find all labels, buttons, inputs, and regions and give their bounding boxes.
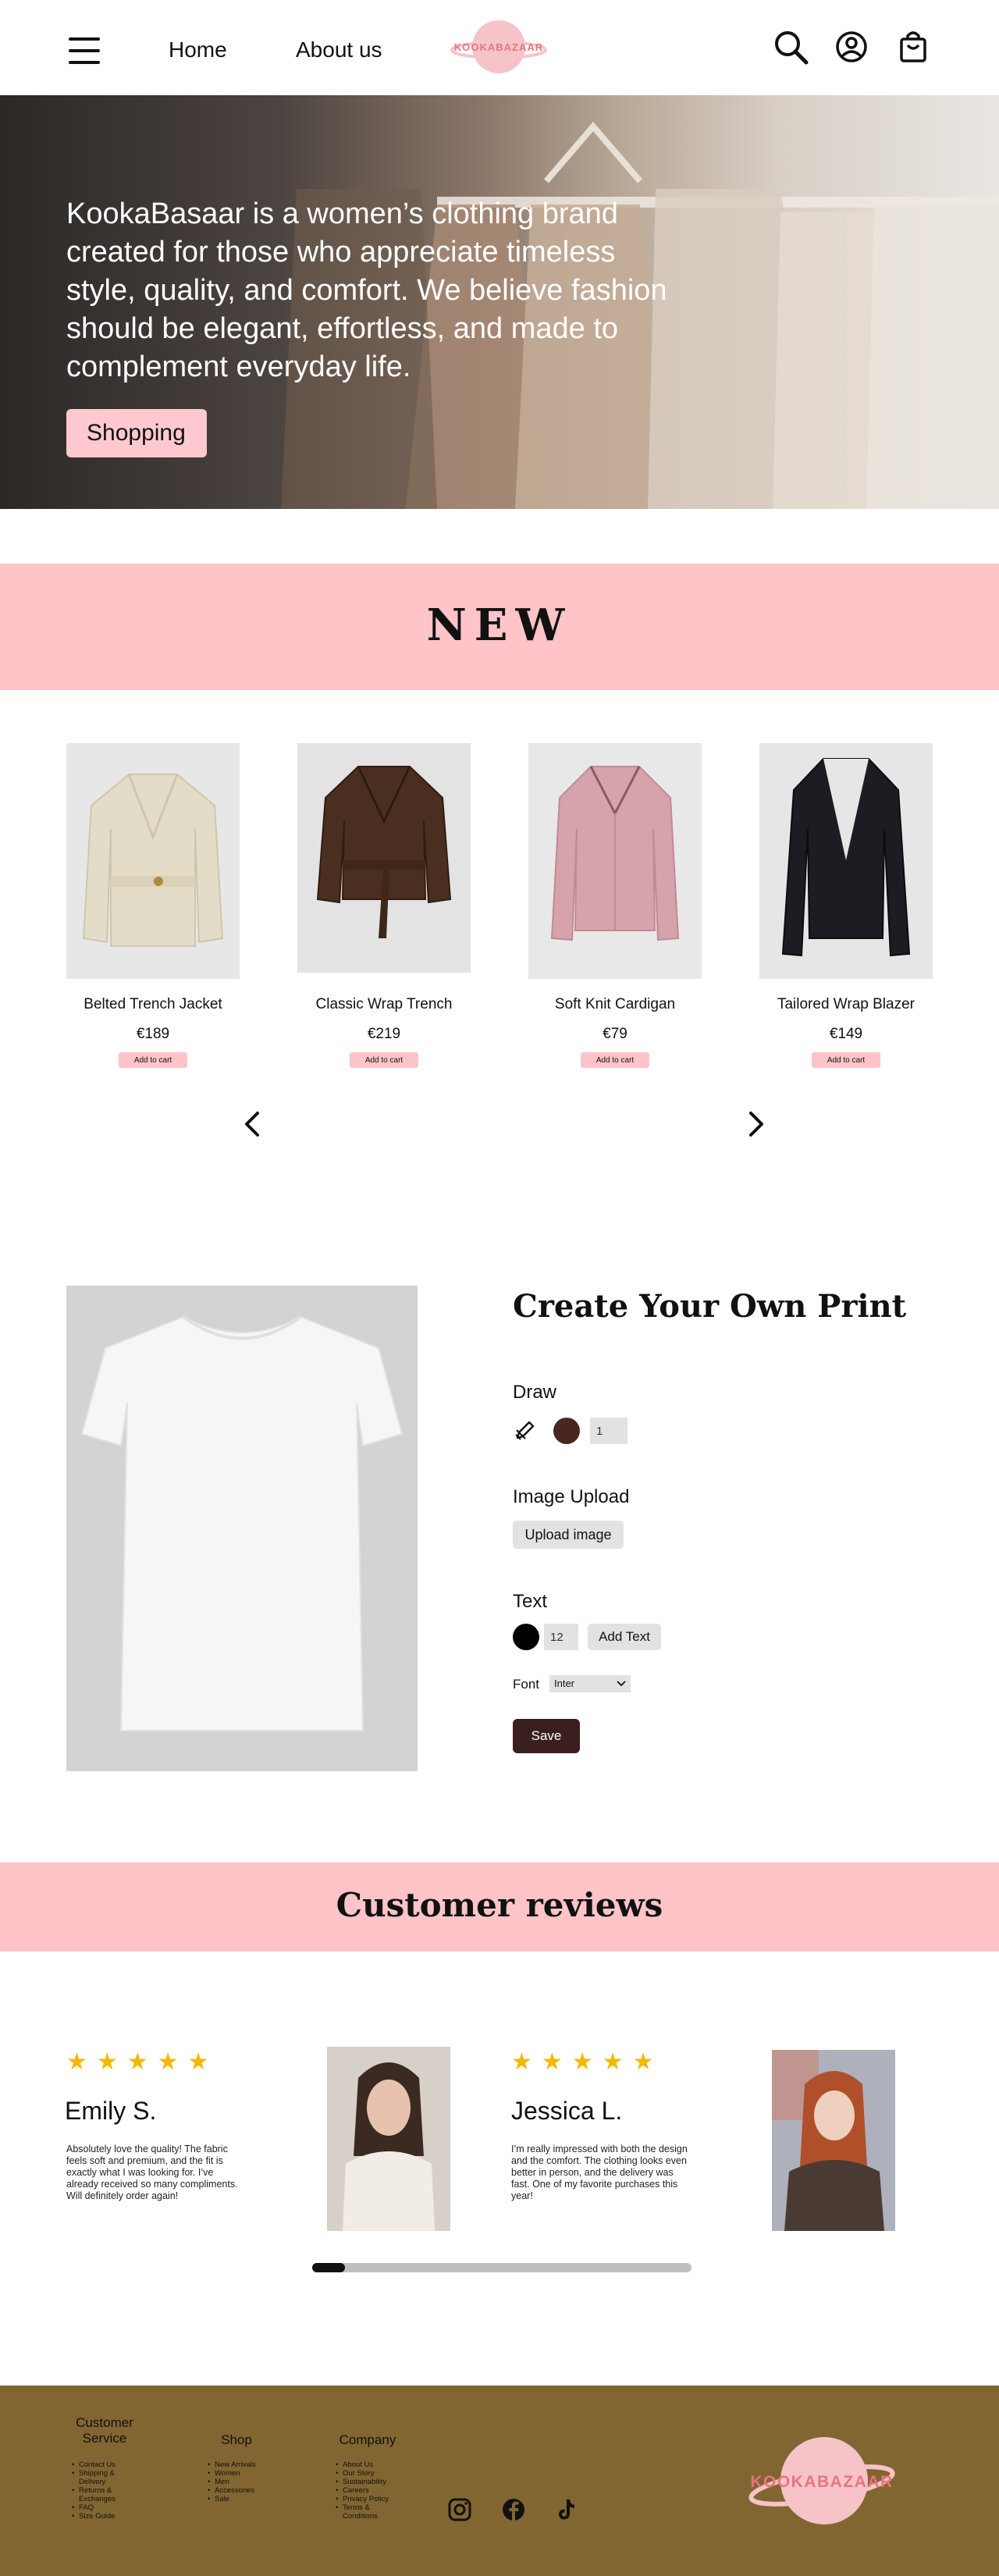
- footer-company-list: About Us Our Story Sustainability Career…: [336, 2460, 398, 2521]
- footer-logo[interactable]: KOOKABAZAAR: [748, 2435, 896, 2528]
- review-text: I’m really impressed with both the desig…: [511, 2144, 688, 2201]
- footer-link[interactable]: Accessories: [208, 2486, 270, 2495]
- product-price: €149: [829, 1026, 863, 1042]
- chevron-right-icon[interactable]: [740, 1108, 771, 1140]
- footer-logo-text: KOOKABAZAAR: [750, 2473, 893, 2491]
- rating-stars: ★★★★★: [66, 2049, 219, 2075]
- footer-link[interactable]: Shipping & Delivery: [72, 2469, 126, 2486]
- footer-company-title: Company: [339, 2432, 396, 2447]
- product-image[interactable]: [66, 743, 240, 979]
- classic-wrap-trench-image: [316, 766, 452, 938]
- product-price: €79: [603, 1026, 627, 1042]
- hero-section: KookaBasaar is a women’s clothing brand …: [0, 95, 999, 509]
- footer-link[interactable]: Size Guide: [72, 2512, 126, 2521]
- product-image[interactable]: [528, 743, 702, 979]
- create-print-title: Create Your Own Print: [513, 1288, 907, 1325]
- chevron-down-icon: [617, 1681, 626, 1687]
- draw-color-swatch[interactable]: [553, 1418, 580, 1444]
- shopping-bag-icon[interactable]: [893, 27, 933, 67]
- product-price: €219: [367, 1026, 401, 1042]
- tshirt-image: [80, 1315, 404, 1731]
- font-label: Font: [513, 1677, 540, 1692]
- reviews-scrollbar[interactable]: [312, 2263, 691, 2272]
- footer-link[interactable]: Our Story: [336, 2469, 398, 2478]
- reviewer-name: Emily S.: [65, 2097, 157, 2125]
- footer-shop-list: New Arrivals Women Men Accessories Sale: [208, 2460, 270, 2503]
- footer-link[interactable]: Sale: [208, 2495, 270, 2503]
- footer-link[interactable]: Contact Us: [72, 2460, 126, 2469]
- brush-size-input[interactable]: [590, 1418, 627, 1444]
- product-image[interactable]: [759, 743, 933, 979]
- shopping-button[interactable]: Shopping: [66, 409, 207, 457]
- instagram-icon[interactable]: [446, 2496, 473, 2523]
- footer-shop-title: Shop: [221, 2432, 252, 2447]
- footer-link[interactable]: Privacy Policy: [336, 2495, 398, 2503]
- save-button[interactable]: Save: [513, 1719, 580, 1753]
- new-title: NEW: [426, 600, 573, 651]
- footer-link[interactable]: Terms & Conditions: [336, 2503, 398, 2521]
- product-name: Tailored Wrap Blazer: [777, 996, 915, 1012]
- add-to-cart-button[interactable]: Add to cart: [581, 1052, 649, 1068]
- tiktok-icon[interactable]: [553, 2496, 579, 2523]
- add-to-cart-button[interactable]: Add to cart: [350, 1052, 418, 1068]
- facebook-icon[interactable]: [500, 2496, 527, 2523]
- footer-customer-service-title: Customer Service: [76, 2415, 133, 2446]
- review-text: Absolutely love the quality! The fabric …: [66, 2144, 238, 2201]
- footer-link[interactable]: Women: [208, 2469, 270, 2478]
- reviews-title: Customer reviews: [336, 1886, 663, 1924]
- product-name: Soft Knit Cardigan: [554, 996, 676, 1012]
- add-text-button[interactable]: Add Text: [588, 1624, 661, 1650]
- pen-icon[interactable]: [513, 1418, 538, 1443]
- account-icon[interactable]: [831, 27, 872, 67]
- font-select-value: Inter: [554, 1678, 575, 1689]
- logo-text: KOOKABAZAAR: [454, 41, 543, 53]
- nav-about-link[interactable]: About us: [296, 37, 382, 62]
- text-size-input[interactable]: [544, 1624, 578, 1650]
- nav-home-link[interactable]: Home: [169, 37, 227, 62]
- reviewer-photo: [772, 2050, 895, 2231]
- new-banner: NEW: [0, 564, 999, 690]
- product-image[interactable]: [297, 743, 471, 973]
- reviews-banner: Customer reviews: [0, 1863, 999, 1952]
- footer-link[interactable]: New Arrivals: [208, 2460, 270, 2469]
- upload-image-button[interactable]: Upload image: [513, 1521, 624, 1549]
- tshirt-canvas[interactable]: [66, 1286, 418, 1771]
- hamburger-menu-icon[interactable]: [69, 37, 100, 64]
- product-card[interactable]: Classic Wrap Trench €219 Add to cart: [297, 743, 471, 1068]
- site-header: Home About us KOOKABAZAAR: [0, 0, 999, 95]
- product-price: €189: [136, 1026, 170, 1042]
- reviewer-name: Jessica L.: [511, 2097, 623, 2125]
- image-upload-label: Image Upload: [513, 1486, 630, 1507]
- belted-trench-jacket-image: [82, 774, 224, 947]
- product-card[interactable]: Soft Knit Cardigan €79 Add to cart: [528, 743, 702, 1068]
- text-label: Text: [513, 1591, 548, 1612]
- product-name: Belted Trench Jacket: [84, 996, 222, 1012]
- logo[interactable]: KOOKABAZAAR: [450, 19, 548, 75]
- footer-link[interactable]: Returns & Exchanges: [72, 2486, 126, 2503]
- tailored-wrap-blazer-image: [781, 758, 911, 957]
- rating-stars: ★★★★★: [511, 2049, 663, 2075]
- draw-label: Draw: [513, 1382, 557, 1403]
- hero-text: KookaBasaar is a women’s clothing brand …: [66, 197, 667, 383]
- footer-link[interactable]: Men: [208, 2478, 270, 2486]
- text-color-swatch[interactable]: [513, 1624, 539, 1650]
- footer-link[interactable]: Careers: [336, 2486, 398, 2495]
- add-to-cart-button[interactable]: Add to cart: [812, 1052, 880, 1068]
- product-name: Classic Wrap Trench: [315, 996, 453, 1012]
- search-icon[interactable]: [770, 27, 811, 67]
- footer-customer-service-list: Contact Us Shipping & Delivery Returns &…: [72, 2460, 126, 2521]
- font-select[interactable]: Inter: [549, 1675, 631, 1692]
- reviewer-photo: [327, 2047, 450, 2231]
- soft-knit-cardigan-image: [550, 766, 680, 941]
- reviews-scrollbar-thumb[interactable]: [312, 2263, 345, 2272]
- add-to-cart-button[interactable]: Add to cart: [119, 1052, 187, 1068]
- product-card[interactable]: Tailored Wrap Blazer €149 Add to cart: [759, 743, 933, 1068]
- footer-link[interactable]: About Us: [336, 2460, 398, 2469]
- product-card[interactable]: Belted Trench Jacket €189 Add to cart: [66, 743, 240, 1068]
- footer-link[interactable]: FAQ: [72, 2503, 126, 2512]
- footer-link[interactable]: Sustainability: [336, 2478, 398, 2486]
- chevron-left-icon[interactable]: [237, 1108, 268, 1140]
